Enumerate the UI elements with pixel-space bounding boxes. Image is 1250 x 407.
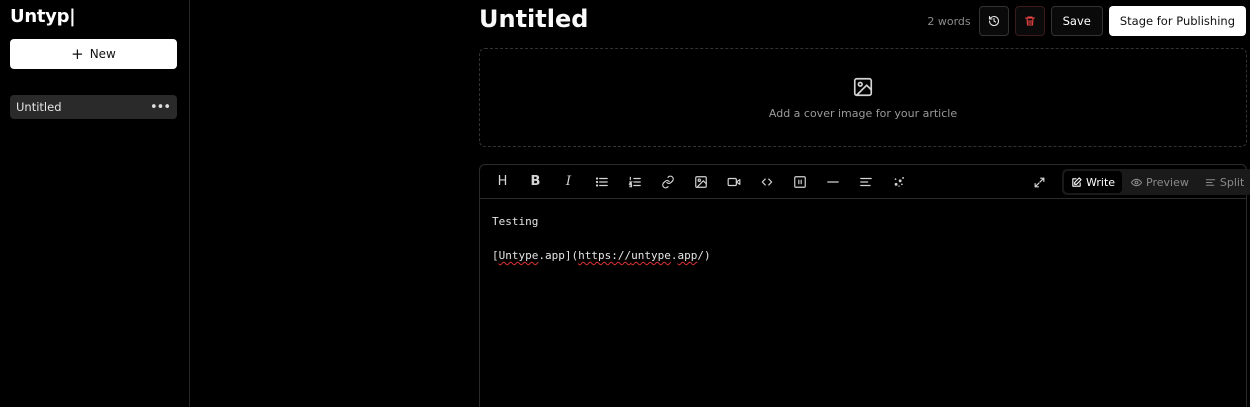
preview-mode-button[interactable]: Preview (1124, 171, 1196, 193)
link-button[interactable] (651, 170, 684, 194)
video-icon (727, 177, 740, 186)
eye-icon (1131, 178, 1143, 186)
editor-line: Testing (492, 215, 539, 228)
plus-icon: + (71, 44, 84, 63)
embed-icon (793, 175, 806, 188)
url-closing: /) (697, 249, 711, 262)
align-button[interactable] (849, 170, 882, 194)
bullet-list-icon (595, 176, 608, 187)
document-title: Untitled (16, 100, 62, 114)
divider-icon (826, 180, 839, 183)
cover-image-hint: Add a cover image for your article (768, 106, 958, 120)
insert-image-button[interactable] (684, 170, 717, 194)
delete-button[interactable] (1014, 6, 1045, 36)
editor-textarea[interactable]: Testing [Untype.app](https://untype.app/… (480, 199, 1246, 295)
trash-icon (1024, 16, 1035, 26)
url-domain: untype (631, 249, 671, 262)
expand-icon (1034, 177, 1044, 187)
url-protocol: https:// (578, 249, 632, 262)
align-icon (859, 177, 872, 186)
code-button[interactable] (750, 170, 783, 194)
sparkle-icon (894, 176, 904, 187)
cover-image-dropzone[interactable]: Add a cover image for your article (479, 48, 1247, 147)
insert-video-button[interactable] (717, 170, 750, 194)
bold-button[interactable]: B (519, 170, 552, 194)
markdown-bracket: [ (492, 249, 499, 262)
link-text-misspelled: Untype (498, 249, 539, 262)
history-button[interactable] (978, 6, 1009, 36)
page-title[interactable]: Untitled (479, 5, 588, 33)
split-mode-label: Split (1219, 175, 1245, 189)
code-icon (761, 178, 772, 185)
more-options-icon[interactable]: ••• (150, 101, 171, 114)
history-icon (988, 15, 999, 27)
bullet-list-button[interactable] (585, 170, 618, 194)
link-icon (661, 175, 674, 188)
view-mode-toggle: Write Preview Split (1062, 169, 1250, 195)
embed-button[interactable] (783, 170, 816, 194)
sidebar: Untyp| + New Untitled ••• (0, 0, 190, 407)
bold-icon: B (530, 174, 541, 189)
editor-toolbar: H B I Write Preview Split (480, 165, 1250, 199)
word-count: 2 words (927, 14, 971, 28)
fullscreen-button[interactable] (1027, 170, 1051, 194)
ai-assist-button[interactable] (882, 170, 915, 194)
url-tld: app (677, 249, 698, 262)
editor-line: [Untype.app](https://untype.app/) (492, 247, 1234, 264)
divider-button[interactable] (816, 170, 849, 194)
split-icon (1205, 178, 1216, 186)
save-button[interactable]: Save (1050, 6, 1103, 36)
write-mode-label: Write (1086, 175, 1116, 189)
write-mode-button[interactable]: Write (1064, 171, 1123, 193)
heading-icon: H (497, 174, 508, 189)
stage-for-publishing-button[interactable]: Stage for Publishing (1108, 6, 1246, 36)
image-icon (694, 175, 707, 188)
app-logo: Untyp| (10, 6, 76, 27)
split-mode-button[interactable]: Split (1198, 171, 1250, 193)
italic-button[interactable]: I (552, 170, 585, 194)
sidebar-document-item[interactable]: Untitled ••• (10, 95, 177, 119)
new-document-button[interactable]: + New (10, 39, 177, 69)
italic-icon: I (565, 174, 572, 189)
markdown-editor: H B I Write Preview Split Testing [Untyp… (479, 164, 1250, 407)
numbered-list-button[interactable] (618, 170, 651, 194)
new-button-label: New (89, 47, 116, 61)
numbered-list-icon (627, 176, 641, 187)
markdown-link-syntax: .app]( (538, 249, 579, 262)
edit-icon (1072, 176, 1082, 187)
heading-button[interactable]: H (486, 170, 519, 194)
preview-mode-label: Preview (1146, 175, 1189, 189)
header-actions: 2 words Save Stage for Publishing (927, 6, 1246, 36)
image-icon (853, 77, 873, 96)
